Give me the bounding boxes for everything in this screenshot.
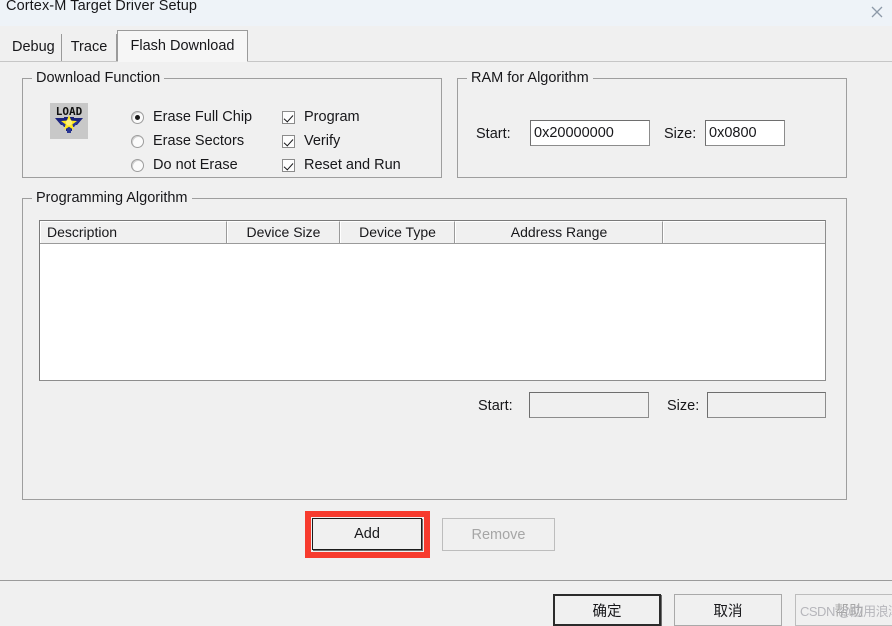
radio-erase-sectors[interactable]: Erase Sectors (131, 133, 244, 149)
algorithm-start-label: Start: (478, 398, 513, 414)
help-button[interactable]: 帮助 (795, 594, 892, 626)
programming-algorithm-table[interactable]: Description Device Size Device Type Addr… (39, 220, 826, 381)
table-header-description[interactable]: Description (40, 221, 227, 243)
table-header-blank[interactable] (663, 221, 825, 243)
window-title: Cortex-M Target Driver Setup (6, 0, 198, 14)
tab-debug[interactable]: Debug (5, 34, 62, 62)
dialog-cortex-m-target-driver-setup: Cortex-M Target Driver Setup Debug Trace… (0, 0, 892, 626)
footer-bar: 确定 取消 帮助 (0, 581, 892, 626)
algorithm-size-input[interactable] (707, 392, 826, 418)
load-icon: LOAD (47, 101, 91, 141)
ram-start-value: 0x20000000 (534, 125, 614, 141)
group-download-function-title: Download Function (32, 70, 165, 86)
remove-button-label: Remove (471, 526, 526, 543)
radio-erase-full-chip[interactable]: Erase Full Chip (131, 109, 252, 125)
group-ram-for-algorithm: RAM for Algorithm Start: 0x20000000 Size… (457, 70, 847, 178)
checkbox-mark-icon (282, 158, 295, 172)
checkbox-reset-and-run-label: Reset and Run (304, 157, 401, 173)
table-header-row: Description Device Size Device Type Addr… (40, 221, 825, 244)
radio-do-not-erase-label: Do not Erase (153, 157, 238, 173)
window-titlebar: Cortex-M Target Driver Setup (0, 0, 892, 26)
radio-mark-icon (131, 134, 144, 148)
tab-strip: Debug Trace Flash Download (0, 26, 892, 62)
algorithm-start-input[interactable] (529, 392, 649, 418)
tab-flash-download-label: Flash Download (130, 38, 235, 54)
group-ram-for-algorithm-title: RAM for Algorithm (467, 70, 593, 86)
group-download-function: Download Function LOAD Erase Full Chip E… (22, 70, 442, 178)
remove-button[interactable]: Remove (442, 518, 555, 551)
cancel-button[interactable]: 取消 (674, 594, 782, 626)
ram-start-label: Start: (476, 126, 511, 142)
ram-size-value: 0x0800 (709, 125, 757, 141)
radio-do-not-erase[interactable]: Do not Erase (131, 157, 238, 173)
tab-trace-label: Trace (70, 39, 108, 55)
tab-flash-download[interactable]: Flash Download (117, 30, 248, 62)
ram-size-input[interactable]: 0x0800 (705, 120, 785, 146)
checkbox-mark-icon (282, 110, 295, 124)
tab-debug-label: Debug (12, 39, 55, 55)
group-programming-algorithm-title: Programming Algorithm (32, 190, 192, 206)
radio-mark-icon (131, 110, 144, 124)
table-header-address-range[interactable]: Address Range (455, 221, 663, 243)
group-programming-algorithm: Programming Algorithm Description Device… (22, 190, 847, 500)
checkbox-program-label: Program (304, 109, 360, 125)
add-button[interactable]: Add (312, 518, 422, 550)
table-body[interactable] (40, 244, 825, 380)
checkbox-verify[interactable]: Verify (282, 133, 340, 149)
radio-mark-icon (131, 158, 144, 172)
algorithm-size-label: Size: (667, 398, 700, 414)
ok-button-label: 确定 (592, 603, 622, 620)
checkbox-verify-label: Verify (304, 133, 341, 149)
checkbox-mark-icon (282, 134, 295, 148)
table-header-device-type[interactable]: Device Type (340, 221, 455, 243)
add-button-label: Add (354, 526, 380, 542)
tab-trace[interactable]: Trace (62, 34, 117, 62)
tab-page-flash-download: Download Function LOAD Erase Full Chip E… (0, 61, 892, 582)
ok-button[interactable]: 确定 (553, 594, 661, 626)
help-button-label: 帮助 (834, 603, 864, 620)
checkbox-program[interactable]: Program (282, 109, 360, 125)
cancel-button-label: 取消 (713, 603, 743, 620)
table-header-device-size[interactable]: Device Size (227, 221, 340, 243)
radio-erase-sectors-label: Erase Sectors (153, 133, 245, 149)
ram-start-input[interactable]: 0x20000000 (530, 120, 650, 146)
checkbox-reset-and-run[interactable]: Reset and Run (282, 157, 401, 173)
ram-size-label: Size: (664, 126, 697, 142)
close-icon[interactable] (866, 2, 888, 24)
radio-erase-full-chip-label: Erase Full Chip (153, 109, 253, 125)
